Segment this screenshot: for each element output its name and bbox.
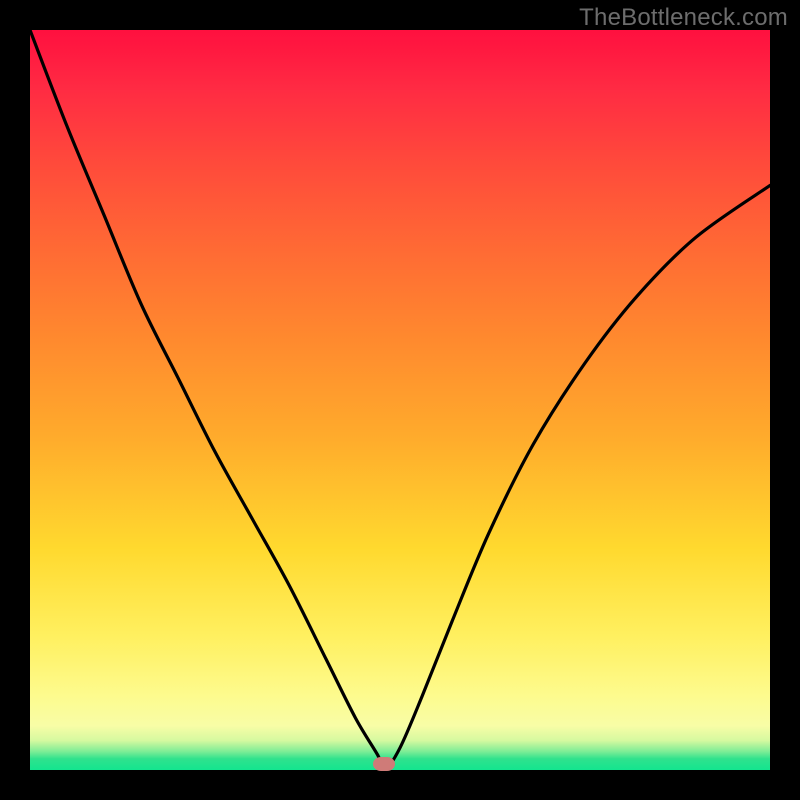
watermark-text: TheBottleneck.com xyxy=(579,4,788,32)
plot-area xyxy=(30,30,770,770)
chart-frame: TheBottleneck.com xyxy=(0,0,800,800)
optimal-point-marker xyxy=(373,757,395,771)
bottleneck-curve xyxy=(30,30,770,770)
